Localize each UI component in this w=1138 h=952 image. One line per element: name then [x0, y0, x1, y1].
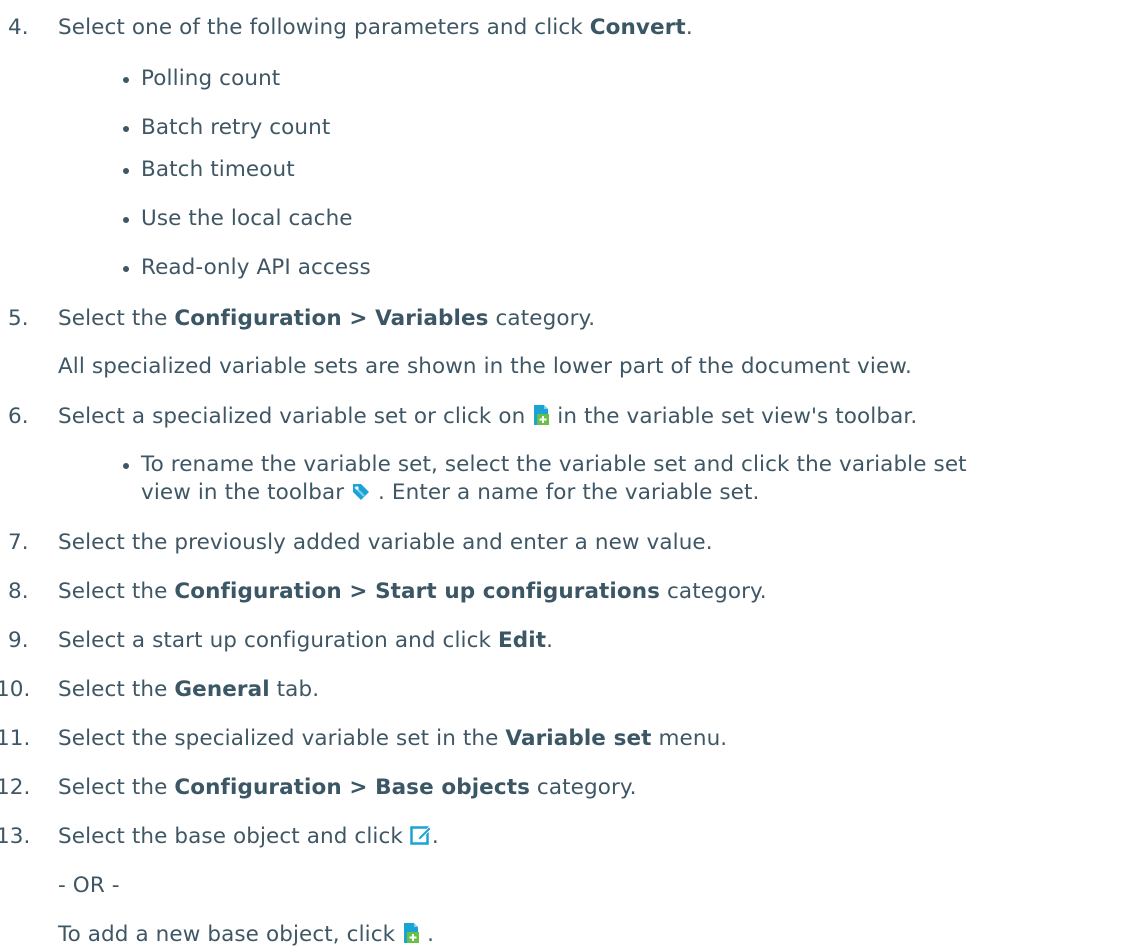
step-number: 9. [8, 628, 29, 653]
step-5-note: All specialized variable sets are shown … [58, 354, 912, 379]
step-number: 13. [0, 824, 31, 849]
menu-path: Configuration > Base objects [174, 775, 530, 800]
tag-icon [351, 482, 371, 510]
menu-name: Variable set [505, 726, 652, 751]
convert-label: Convert [589, 15, 686, 40]
step-number: 12. [0, 775, 31, 800]
step-number: 8. [8, 579, 29, 604]
step-text: Select the previously added variable and… [58, 530, 713, 555]
tab-name: General [174, 677, 270, 702]
step-number: 11. [0, 726, 31, 751]
step-number: 4. [8, 15, 29, 40]
menu-path: Configuration > Start up configurations [174, 579, 661, 604]
add-document-icon [532, 404, 550, 434]
step-number: 7. [8, 530, 29, 555]
edit-label: Edit [498, 628, 547, 653]
step-number: 10. [0, 677, 31, 702]
edit-icon [410, 824, 432, 854]
step-text: Select one of the following parameters a… [58, 15, 590, 40]
add-document-icon [402, 922, 420, 952]
step-number: 5. [8, 306, 29, 331]
or-separator: - OR - [58, 873, 120, 898]
menu-path: Configuration > Variables [174, 306, 489, 331]
step-number: 6. [8, 404, 29, 429]
